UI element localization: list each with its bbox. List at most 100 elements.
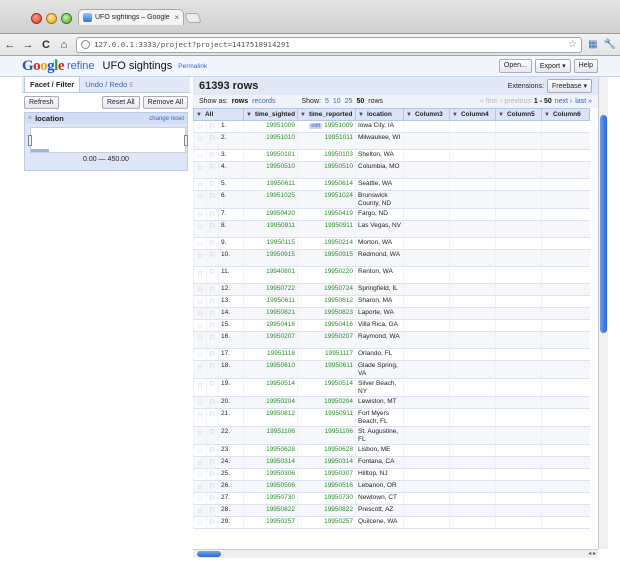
cell-time-reported[interactable]: 19950314 <box>297 456 356 469</box>
cell-column3[interactable] <box>403 468 450 481</box>
cell-time-reported[interactable]: 19950911 <box>297 408 356 427</box>
cell-time-sighted[interactable]: 19950611 <box>243 295 298 308</box>
cell-time-reported[interactable]: 19951024 <box>297 190 356 209</box>
cell-location[interactable]: Renton, WA <box>355 266 404 284</box>
cell-time-sighted[interactable]: 19950611 <box>243 178 298 191</box>
star-icon[interactable]: ☆ <box>193 331 207 349</box>
page-size-10[interactable]: 10 <box>333 98 341 105</box>
star-icon[interactable]: ☆ <box>193 132 207 150</box>
cell-location[interactable]: Iowa City, IA <box>355 120 404 133</box>
cell-location[interactable]: Brunswick County, ND <box>355 190 404 209</box>
flag-icon[interactable]: ⚐ <box>206 237 219 250</box>
cell-column5[interactable] <box>495 360 542 379</box>
star-icon[interactable]: ☆ <box>193 266 207 284</box>
cell-time-reported[interactable]: 19950611 <box>297 360 356 379</box>
column-header-all[interactable]: ▼ All <box>193 108 244 121</box>
star-icon[interactable]: ☆ <box>193 190 207 209</box>
cell-time-reported[interactable]: 19950510 <box>297 161 356 179</box>
cell-column5[interactable] <box>495 331 542 349</box>
star-icon[interactable]: ☆ <box>193 319 207 332</box>
cell-column4[interactable] <box>449 283 496 296</box>
vertical-scroll-thumb[interactable] <box>600 115 607 333</box>
cell-time-sighted[interactable]: 19950628 <box>243 444 298 457</box>
cell-column6[interactable] <box>541 237 590 250</box>
column-menu-icon[interactable]: ▼ <box>358 112 364 118</box>
cell-time-sighted[interactable]: 19951010 <box>243 132 298 150</box>
star-icon[interactable]: ☆ <box>193 348 207 361</box>
cell-column4[interactable] <box>449 307 496 320</box>
cell-column5[interactable] <box>495 283 542 296</box>
cell-location[interactable]: Orlando, FL <box>355 348 404 361</box>
forward-arrow-icon[interactable]: → <box>22 39 34 51</box>
cell-column3[interactable] <box>403 283 450 296</box>
cell-time-sighted[interactable]: 19950822 <box>243 504 298 517</box>
cell-column5[interactable] <box>495 378 542 397</box>
flag-icon[interactable]: ⚐ <box>206 426 219 445</box>
cell-location[interactable]: Redmond, WA <box>355 249 404 267</box>
cell-time-reported[interactable]: 19950730 <box>297 492 356 505</box>
cell-column3[interactable] <box>403 208 450 221</box>
star-icon[interactable]: ☆ <box>193 516 207 529</box>
cell-column6[interactable] <box>541 161 590 179</box>
column-menu-icon[interactable]: ▼ <box>196 112 202 118</box>
facet-remove-icon[interactable]: × <box>28 115 32 122</box>
cell-time-reported[interactable]: 19950612 <box>297 295 356 308</box>
cell-column5[interactable] <box>495 237 542 250</box>
cell-location[interactable]: St. Augustine, FL <box>355 426 404 445</box>
flag-icon[interactable]: ⚐ <box>206 220 219 238</box>
cell-time-reported[interactable]: 19950724 <box>297 283 356 296</box>
cell-time-sighted[interactable]: 19940801 <box>243 266 298 284</box>
cell-column5[interactable] <box>495 426 542 445</box>
flag-icon[interactable]: ⚐ <box>206 149 219 162</box>
cell-column3[interactable] <box>403 237 450 250</box>
cell-location[interactable]: Springfield, IL <box>355 283 404 296</box>
cell-column3[interactable] <box>403 456 450 469</box>
cell-column5[interactable] <box>495 178 542 191</box>
star-icon[interactable]: ☆ <box>193 237 207 250</box>
cell-column6[interactable] <box>541 266 590 284</box>
cell-time-reported[interactable]: 19950514 <box>297 378 356 397</box>
home-icon[interactable]: ⌂ <box>58 39 70 51</box>
cell-location[interactable]: Lisbon, ME <box>355 444 404 457</box>
horizontal-scrollbar[interactable]: ◂ ▸ <box>193 549 598 558</box>
star-icon[interactable]: ☆ <box>193 283 207 296</box>
cell-column4[interactable] <box>449 426 496 445</box>
cell-column6[interactable] <box>541 378 590 397</box>
tab-close-icon[interactable]: × <box>174 13 179 22</box>
cell-column5[interactable] <box>495 307 542 320</box>
cell-location[interactable]: Shelton, WA <box>355 149 404 162</box>
column-header-column5[interactable]: ▼ Column5 <box>495 108 542 121</box>
project-name[interactable]: UFO sightings <box>103 60 173 72</box>
address-bar[interactable]: 127.0.0.1:3333/project?project=141751891… <box>76 36 583 53</box>
cell-location[interactable]: Prescott, AZ <box>355 504 404 517</box>
flag-icon[interactable]: ⚐ <box>206 348 219 361</box>
reload-icon[interactable]: C <box>40 39 52 51</box>
star-icon[interactable]: ☆ <box>193 480 207 493</box>
column-header-time-reported[interactable]: ▼ time_reported <box>297 108 356 121</box>
cell-column6[interactable] <box>541 120 590 133</box>
cell-column4[interactable] <box>449 468 496 481</box>
vertical-scrollbar[interactable] <box>598 77 608 549</box>
cell-column6[interactable] <box>541 190 590 209</box>
window-close-button[interactable] <box>31 13 42 24</box>
cell-column6[interactable] <box>541 504 590 517</box>
cell-time-reported[interactable]: 19950416 <box>297 319 356 332</box>
cell-column4[interactable] <box>449 149 496 162</box>
cell-column5[interactable] <box>495 480 542 493</box>
cell-column3[interactable] <box>403 266 450 284</box>
back-arrow-icon[interactable]: ← <box>4 39 16 51</box>
cell-column6[interactable] <box>541 283 590 296</box>
cell-column5[interactable] <box>495 132 542 150</box>
cell-time-reported[interactable]: 19951117 <box>297 348 356 361</box>
tab-undo-redo[interactable]: Undo / Redo 5 <box>80 77 138 92</box>
cell-column6[interactable] <box>541 456 590 469</box>
cell-column4[interactable] <box>449 492 496 505</box>
cell-column3[interactable] <box>403 249 450 267</box>
flag-icon[interactable]: ⚐ <box>206 504 219 517</box>
cell-time-sighted[interactable]: 19950416 <box>243 319 298 332</box>
star-icon[interactable]: ☆ <box>193 249 207 267</box>
cell-column5[interactable] <box>495 408 542 427</box>
cell-time-sighted[interactable]: 19950207 <box>243 331 298 349</box>
cell-location[interactable]: Seattle, WA <box>355 178 404 191</box>
star-icon[interactable]: ☆ <box>193 178 207 191</box>
